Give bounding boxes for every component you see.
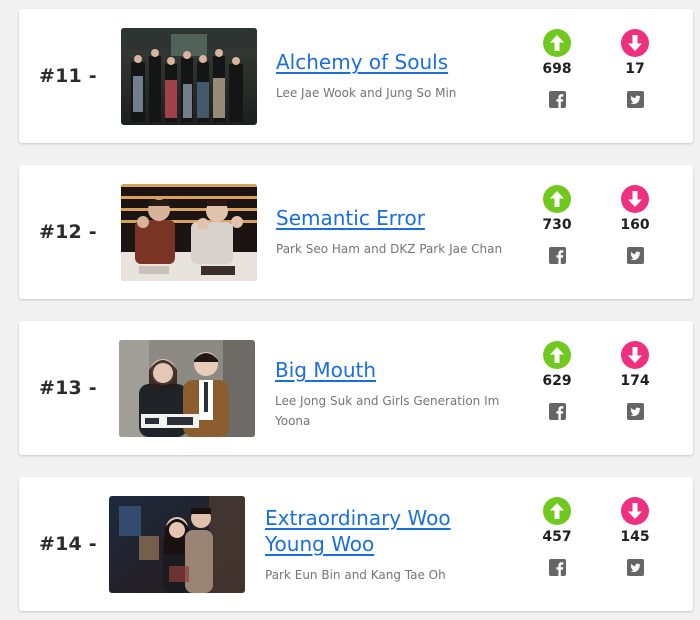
upvote-button[interactable] xyxy=(543,185,571,213)
downvote-group: 174 xyxy=(605,341,665,420)
downvote-button[interactable] xyxy=(621,497,649,525)
twitter-icon xyxy=(626,403,644,420)
rank-label: #14 - xyxy=(39,533,97,555)
downvote-button[interactable] xyxy=(621,29,649,57)
facebook-icon xyxy=(548,91,566,108)
list-item: #11 - Alchemy of Souls Lee Jae Wook and … xyxy=(19,9,693,143)
twitter-share-button[interactable] xyxy=(626,403,644,420)
facebook-share-button[interactable] xyxy=(548,559,566,576)
drama-poster-image[interactable] xyxy=(119,340,255,437)
upvote-group: 457 xyxy=(527,497,587,576)
drama-info: Semantic Error Park Seo Ham and DKZ Park… xyxy=(276,205,506,259)
facebook-icon xyxy=(548,559,566,576)
twitter-icon xyxy=(626,559,644,576)
arrow-down-circle-icon xyxy=(621,185,649,213)
facebook-icon xyxy=(548,403,566,420)
list-item: #14 - Extraordinary Woo Young Woo Park E… xyxy=(19,477,693,611)
downvote-button[interactable] xyxy=(621,185,649,213)
twitter-icon xyxy=(626,247,644,264)
downvote-count: 145 xyxy=(620,529,650,545)
downvote-count: 17 xyxy=(625,61,645,77)
upvote-group: 629 xyxy=(527,341,587,420)
arrow-up-circle-icon xyxy=(543,341,571,369)
upvote-button[interactable] xyxy=(543,341,571,369)
facebook-share-button[interactable] xyxy=(548,247,566,264)
facebook-share-button[interactable] xyxy=(548,91,566,108)
upvote-group: 730 xyxy=(527,185,587,264)
downvote-button[interactable] xyxy=(621,341,649,369)
arrow-down-circle-icon xyxy=(621,497,649,525)
upvote-count: 457 xyxy=(542,529,572,545)
downvote-group: 160 xyxy=(605,185,665,264)
downvote-count: 160 xyxy=(620,217,650,233)
downvote-group: 145 xyxy=(605,497,665,576)
twitter-share-button[interactable] xyxy=(626,559,644,576)
ranking-list: #11 - Alchemy of Souls Lee Jae Wook and … xyxy=(0,0,700,620)
drama-actors: Lee Jae Wook and Jung So Min xyxy=(276,86,457,100)
drama-poster-image[interactable] xyxy=(121,28,257,125)
drama-poster-image[interactable] xyxy=(109,496,245,593)
upvote-button[interactable] xyxy=(543,29,571,57)
drama-title-link[interactable]: Semantic Error xyxy=(276,205,506,231)
drama-actors: Park Eun Bin and Kang Tae Oh xyxy=(265,568,446,582)
drama-title-link[interactable]: Alchemy of Souls xyxy=(276,49,506,75)
rank-label: #11 - xyxy=(39,65,97,87)
upvote-count: 698 xyxy=(542,61,572,77)
arrow-up-circle-icon xyxy=(543,185,571,213)
drama-title-link[interactable]: Extraordinary Woo Young Woo xyxy=(265,505,505,557)
list-item: #13 - Big Mouth Lee Jong Suk and Girls G… xyxy=(19,321,693,455)
rank-label: #13 - xyxy=(39,377,97,399)
drama-actors: Lee Jong Suk and Girls Generation Im Yoo… xyxy=(275,394,500,428)
twitter-icon xyxy=(626,91,644,108)
drama-info: Big Mouth Lee Jong Suk and Girls Generat… xyxy=(275,357,507,431)
upvote-count: 730 xyxy=(542,217,572,233)
drama-info: Alchemy of Souls Lee Jae Wook and Jung S… xyxy=(276,49,506,103)
drama-info: Extraordinary Woo Young Woo Park Eun Bin… xyxy=(265,505,505,585)
facebook-share-button[interactable] xyxy=(548,403,566,420)
arrow-down-circle-icon xyxy=(621,341,649,369)
arrow-up-circle-icon xyxy=(543,497,571,525)
list-item: #12 - Semantic Error Park Seo Ham and DK… xyxy=(19,165,693,299)
rank-label: #12 - xyxy=(39,221,97,243)
upvote-button[interactable] xyxy=(543,497,571,525)
downvote-count: 174 xyxy=(620,373,650,389)
upvote-group: 698 xyxy=(527,29,587,108)
arrow-up-circle-icon xyxy=(543,29,571,57)
twitter-share-button[interactable] xyxy=(626,91,644,108)
drama-actors: Park Seo Ham and DKZ Park Jae Chan xyxy=(276,242,503,256)
downvote-group: 17 xyxy=(605,29,665,108)
twitter-share-button[interactable] xyxy=(626,247,644,264)
drama-title-link[interactable]: Big Mouth xyxy=(275,357,507,383)
drama-poster-image[interactable] xyxy=(121,184,257,281)
upvote-count: 629 xyxy=(542,373,572,389)
arrow-down-circle-icon xyxy=(621,29,649,57)
facebook-icon xyxy=(548,247,566,264)
